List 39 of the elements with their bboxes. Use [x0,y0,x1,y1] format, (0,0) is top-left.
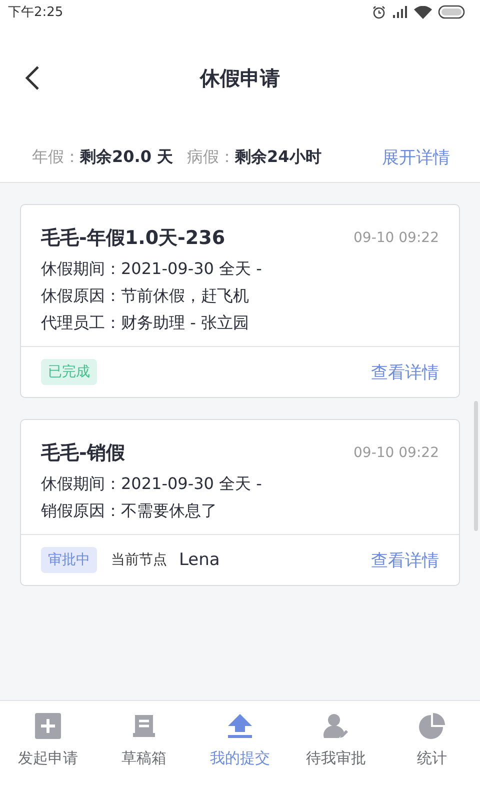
tab[interactable]: 统计 [384,713,480,768]
request-title: 毛毛-年假1.0天-236 [41,226,226,251]
tab[interactable]: 草稿箱 [96,713,192,768]
document-icon [131,713,157,739]
leave-type-label: 病假： [187,146,236,168]
battery-icon [438,5,466,19]
tab[interactable]: 发起申请 [0,713,96,768]
request-detail: 休假原因：节前休假，赶飞机 [41,286,250,307]
alarm-icon [372,5,386,19]
pie-chart-icon [419,713,445,739]
leave-balance: 剩余20.0 天 [80,146,174,168]
signal-icon [392,6,408,18]
request-detail: 代理员工：财务助理 - 张立园 [41,313,250,334]
leave-balance: 剩余24小时 [235,146,322,168]
request-detail: 休假期间：2021-09-30 全天 - [41,259,263,280]
tab[interactable]: 我的提交 [192,713,288,768]
view-details-link[interactable]: 查看详情 [371,360,439,384]
tab[interactable]: 待我审批 [288,713,384,768]
scrollbar[interactable] [474,401,478,531]
request-title: 毛毛-销假 [41,441,125,466]
wifi-icon [414,6,432,18]
request-card[interactable]: 毛毛-年假1.0天-236 09-10 09:22 休假期间：2021-09-30 全天 - 休假原因：节前休假，赶飞机 代理员工：财务助理 - 张立园 已完成 查看详情 [20,204,460,398]
upload-icon [227,713,253,739]
request-time: 09-10 09:22 [354,445,439,461]
expand-details-link[interactable]: 展开详情 [382,146,450,168]
request-detail: 销假原因：不需要休息了 [41,501,218,522]
status-badge: 已完成 [41,359,97,385]
status-badge: 审批中 [41,547,97,573]
request-time: 09-10 09:22 [354,230,439,246]
view-details-link[interactable]: 查看详情 [371,548,439,572]
page-title: 休假申请 [200,64,280,92]
user-edit-icon [323,713,349,739]
node-label: 当前节点 [111,551,167,569]
node-value: Lena [179,550,220,570]
request-detail: 休假期间：2021-09-30 全天 - [41,474,263,495]
leave-type-label: 年假： [32,146,80,168]
status-time: 下午2:25 [8,4,64,21]
request-card[interactable]: 毛毛-销假 09-10 09:22 休假期间：2021-09-30 全天 - 销假原因：不需要休息了 审批中 当前节点 Lena 查看详情 [20,419,460,586]
plus-icon [35,713,61,739]
